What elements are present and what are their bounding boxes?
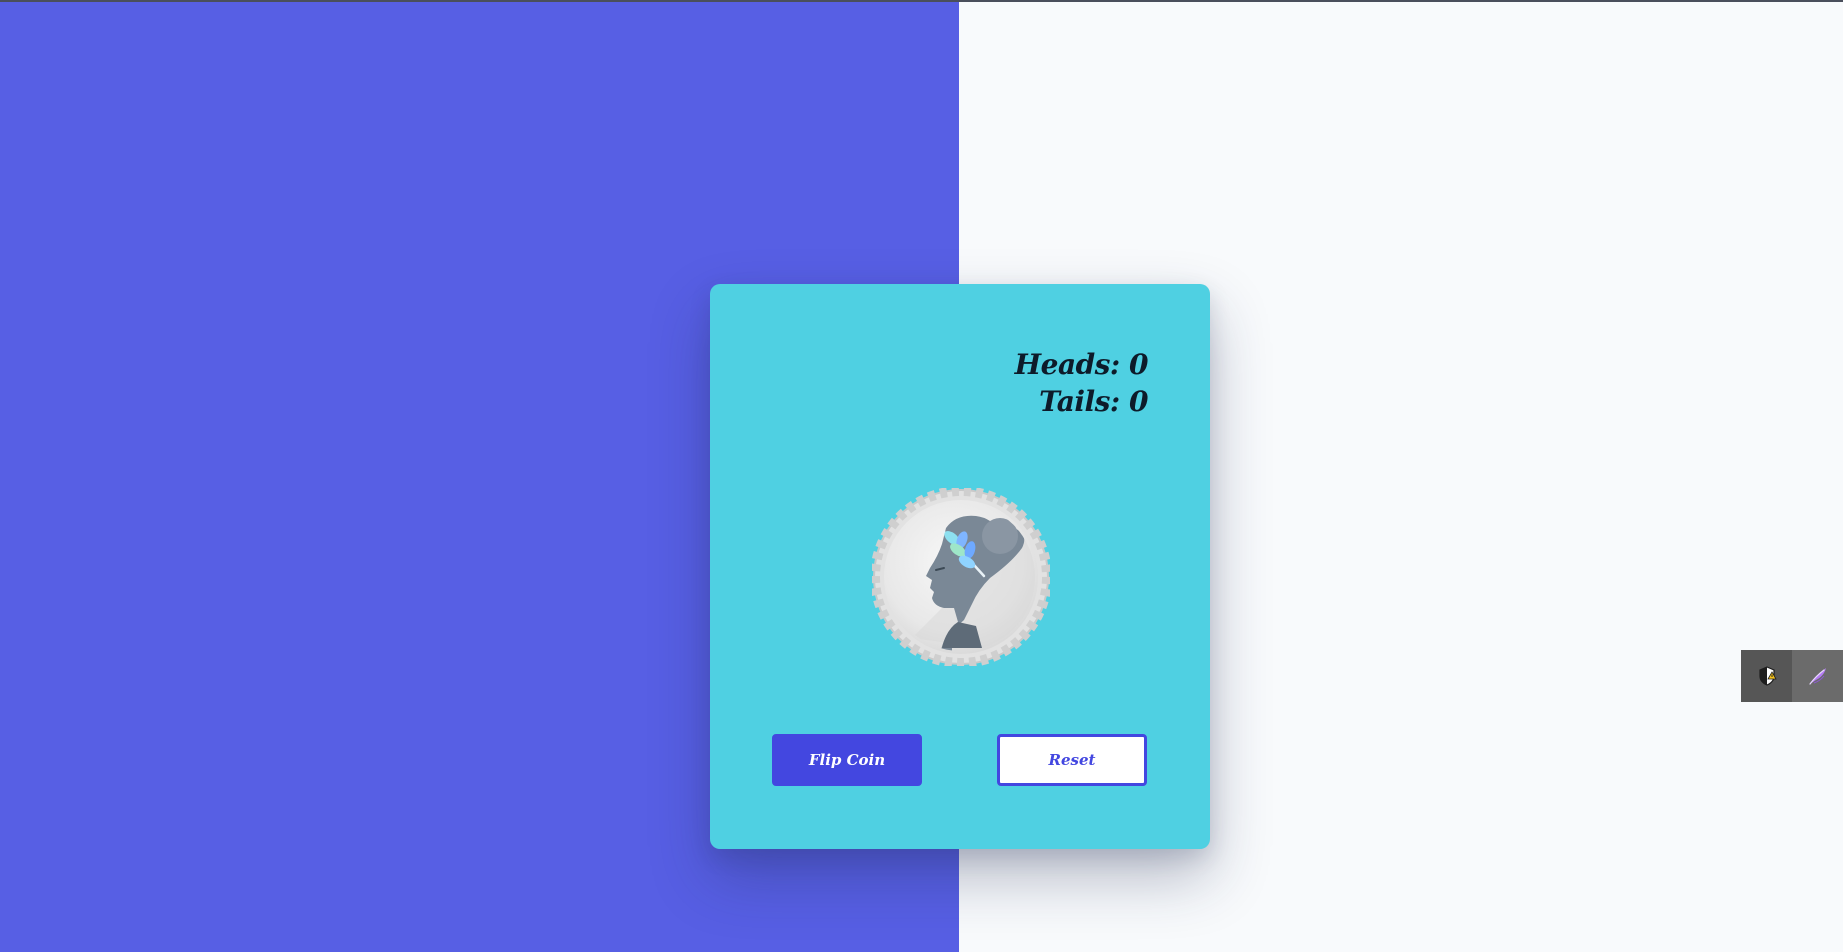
heads-count: Heads: 0 xyxy=(1014,348,1149,381)
score-board: Heads: 0 Tails: 0 xyxy=(1014,346,1149,420)
flip-coin-button[interactable]: Flip Coin xyxy=(772,734,922,786)
coin-flip-card: Heads: 0 Tails: 0 Flip Coin Reset xyxy=(710,284,1210,849)
feather-icon[interactable] xyxy=(1792,650,1843,702)
shield-warning-icon[interactable] xyxy=(1741,650,1792,702)
floating-extension-tray xyxy=(1741,650,1843,702)
coin-profile-icon xyxy=(872,488,1050,666)
top-border xyxy=(0,0,1843,2)
page: Heads: 0 Tails: 0 Flip Coin Reset xyxy=(0,0,1843,952)
tails-count: Tails: 0 xyxy=(1039,385,1148,418)
reset-button[interactable]: Reset xyxy=(997,734,1147,786)
